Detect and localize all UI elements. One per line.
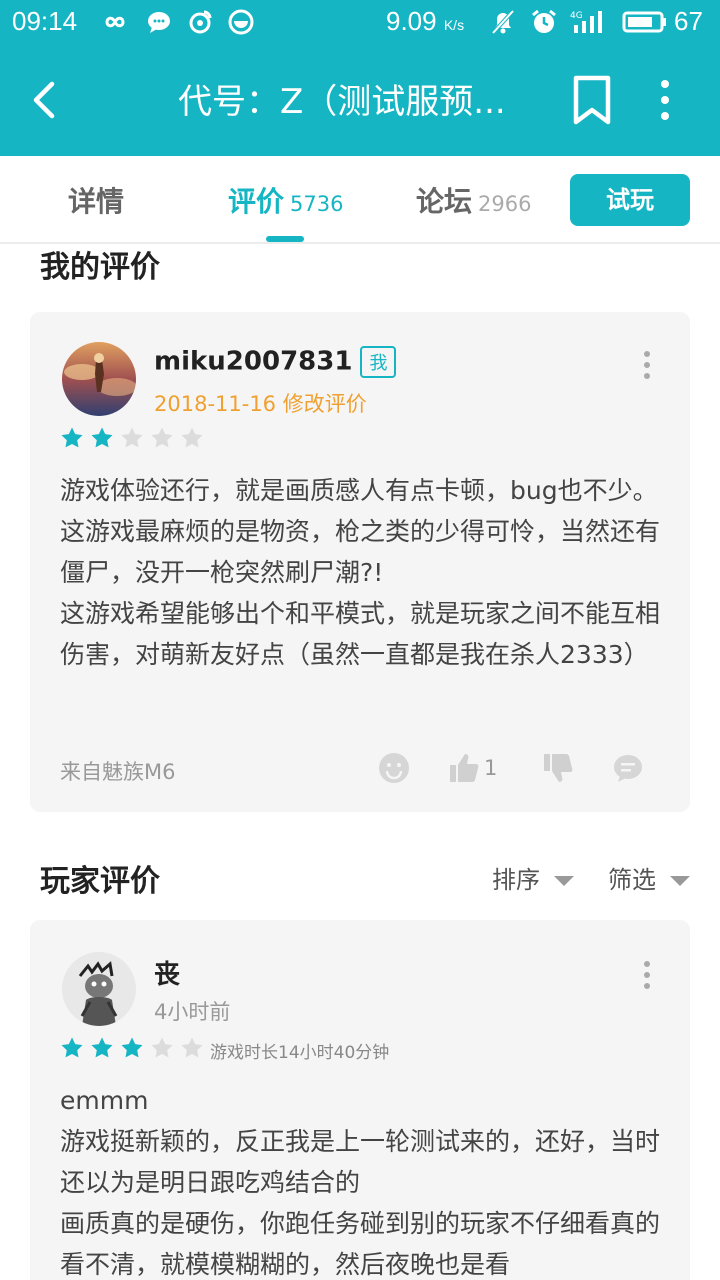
review-paragraph: emmm	[60, 1086, 149, 1115]
caret-down-icon	[554, 876, 574, 886]
review-paragraph: 画质真的是硬伤，你跑任务碰到别的玩家不仔细看真的看不清，就模模糊糊的，然后夜晚也…	[60, 1209, 661, 1279]
more-vertical-icon[interactable]	[642, 350, 652, 380]
try-play-button[interactable]: 试玩	[570, 174, 690, 226]
caret-down-icon	[670, 876, 690, 886]
review-text: emmm 游戏挺新颖的，反正我是上一轮测试来的，还好，当时还以为是明日跟吃鸡结合…	[60, 1080, 660, 1280]
username[interactable]: 丧	[154, 954, 180, 991]
star-rating	[60, 426, 210, 450]
me-badge: 我	[360, 346, 397, 378]
more-vertical-icon[interactable]	[642, 960, 652, 990]
username[interactable]: miku2007831 我	[154, 346, 397, 378]
star-empty-icon	[121, 427, 143, 448]
star-empty-icon	[181, 427, 203, 448]
tab-forum[interactable]: 论坛 2966	[416, 180, 531, 220]
tab-reviews[interactable]: 评价 5736	[228, 180, 343, 220]
svg-text:4G: 4G	[570, 11, 583, 21]
avatar[interactable]	[62, 342, 136, 416]
star-filled-icon	[61, 1037, 83, 1058]
more-vertical-icon[interactable]	[650, 74, 680, 126]
app-bar: 代号：Z（测试服预...	[0, 44, 720, 156]
review-date[interactable]: 2018-11-16 修改评价	[154, 388, 367, 418]
comment-icon[interactable]	[612, 752, 644, 784]
star-rating	[60, 1036, 210, 1060]
network-speed: 9.09 K/s	[386, 6, 465, 36]
review-paragraph: 游戏挺新颖的，反正我是上一轮测试来的，还好，当时还以为是明日跟吃鸡结合的	[60, 1127, 661, 1197]
like-count: 1	[484, 756, 498, 780]
emoji-reaction-icon[interactable]	[378, 752, 410, 784]
star-filled-icon	[121, 1037, 143, 1058]
tab-details[interactable]: 详情	[68, 180, 130, 220]
avatar-image	[62, 342, 136, 416]
mute-icon	[491, 9, 515, 35]
my-review-card[interactable]: miku2007831 我 2018-11-16 修改评价 游戏体验还行，就是画质…	[30, 312, 690, 812]
avatar[interactable]	[62, 952, 136, 1026]
star-empty-icon	[151, 427, 173, 448]
play-duration: 游戏时长14小时40分钟	[210, 1043, 390, 1063]
star-filled-icon	[91, 427, 113, 448]
thumbs-up-icon[interactable]	[448, 752, 480, 784]
thumbs-down-icon[interactable]	[542, 752, 574, 784]
infinity-icon	[105, 16, 125, 28]
page-title: 代号：Z（测试服预...	[178, 82, 506, 122]
player-reviews-heading: 玩家评价	[40, 864, 160, 899]
sort-dropdown[interactable]: 排序	[492, 860, 574, 895]
app-notification-icon	[228, 9, 254, 35]
my-review-heading: 我的评价	[40, 250, 160, 285]
review-paragraph: 这游戏希望能够出个和平模式，就是玩家之间不能互相伤害，对萌新友好点（虽然一直都是…	[60, 599, 661, 669]
alarm-icon	[532, 9, 556, 33]
review-text: 游戏体验还行，就是画质感人有点卡顿，bug也不少。这游戏最麻烦的是物资，枪之类的…	[60, 470, 660, 675]
star-empty-icon	[151, 1037, 173, 1058]
signal-icon: 4G	[570, 11, 602, 33]
status-bar: 09:14 9.09 K/s 4G 67	[0, 0, 720, 44]
star-empty-icon	[181, 1037, 203, 1058]
device-source: 来自魅族M6	[60, 760, 176, 784]
back-arrow-icon[interactable]	[22, 76, 70, 124]
star-filled-icon	[61, 427, 83, 448]
battery-level: 67	[674, 6, 703, 36]
filter-dropdown[interactable]: 筛选	[608, 860, 690, 895]
player-review-card[interactable]: 丧 4小时前 游戏时长14小时40分钟 emmm 游戏挺新颖的，反正我是上一轮测…	[30, 920, 690, 1280]
battery-icon	[622, 11, 666, 33]
active-tab-indicator	[266, 236, 304, 242]
bookmark-icon[interactable]	[570, 74, 614, 126]
star-filled-icon	[91, 1037, 113, 1058]
review-paragraph: 游戏体验还行，就是画质感人有点卡顿，bug也不少。这游戏最麻烦的是物资，枪之类的…	[60, 476, 661, 587]
tab-bar: 详情 评价 5736 论坛 2966 试玩	[0, 156, 720, 244]
avatar-image	[62, 952, 136, 1026]
status-time: 09:14	[12, 6, 78, 36]
chat-bubble-icon	[148, 12, 170, 33]
review-time: 4小时前	[154, 1000, 231, 1024]
weibo-icon	[189, 10, 212, 34]
